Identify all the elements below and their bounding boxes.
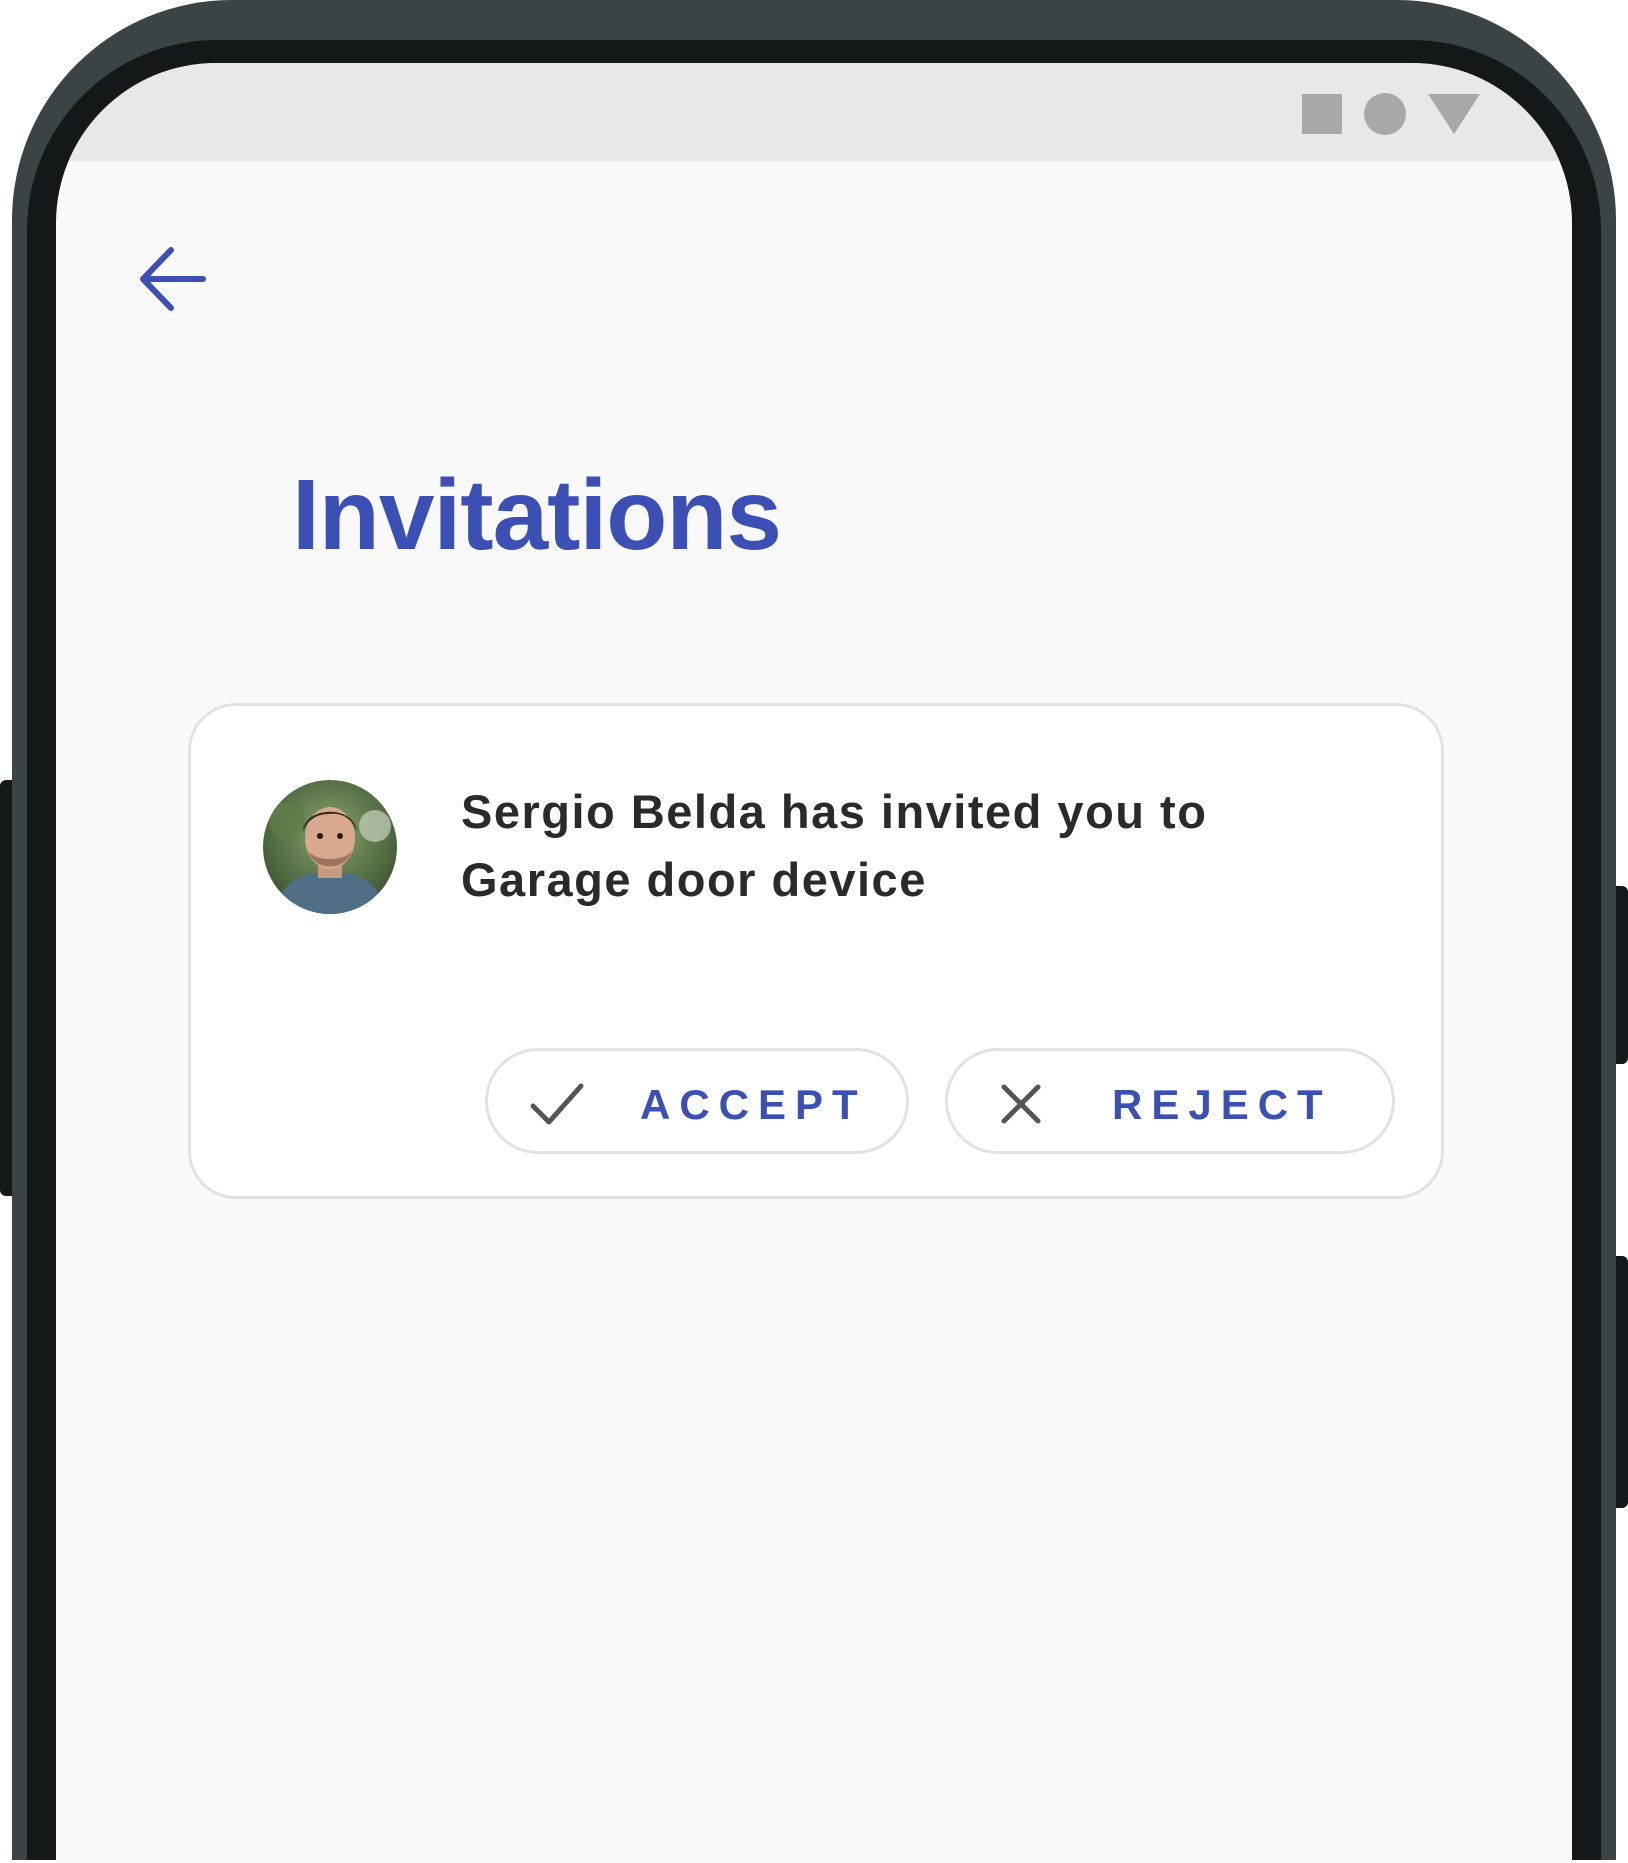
reject-button-label: REJECT bbox=[1112, 1081, 1332, 1128]
accept-button-label: ACCEPT bbox=[640, 1081, 867, 1128]
invitation-message: Sergio Belda has invited you to Garage d… bbox=[461, 785, 1208, 906]
arrow-left-icon bbox=[140, 247, 206, 311]
status-icons bbox=[1302, 93, 1480, 135]
invitation-card: Sergio Belda has invited you to Garage d… bbox=[188, 703, 1444, 1199]
phone-screen: Invitations Sergio Belda has invited you… bbox=[56, 63, 1572, 1863]
close-icon bbox=[992, 1075, 1050, 1133]
back-button[interactable] bbox=[134, 241, 210, 317]
status-bar bbox=[56, 63, 1572, 161]
check-icon bbox=[528, 1075, 586, 1133]
triangle-icon bbox=[1428, 94, 1480, 134]
circle-icon bbox=[1364, 93, 1406, 135]
user-avatar bbox=[263, 780, 397, 914]
accept-button[interactable]: ACCEPT bbox=[485, 1048, 909, 1154]
reject-button[interactable]: REJECT bbox=[945, 1048, 1395, 1154]
page-title: Invitations bbox=[292, 459, 782, 571]
square-icon bbox=[1302, 94, 1342, 134]
